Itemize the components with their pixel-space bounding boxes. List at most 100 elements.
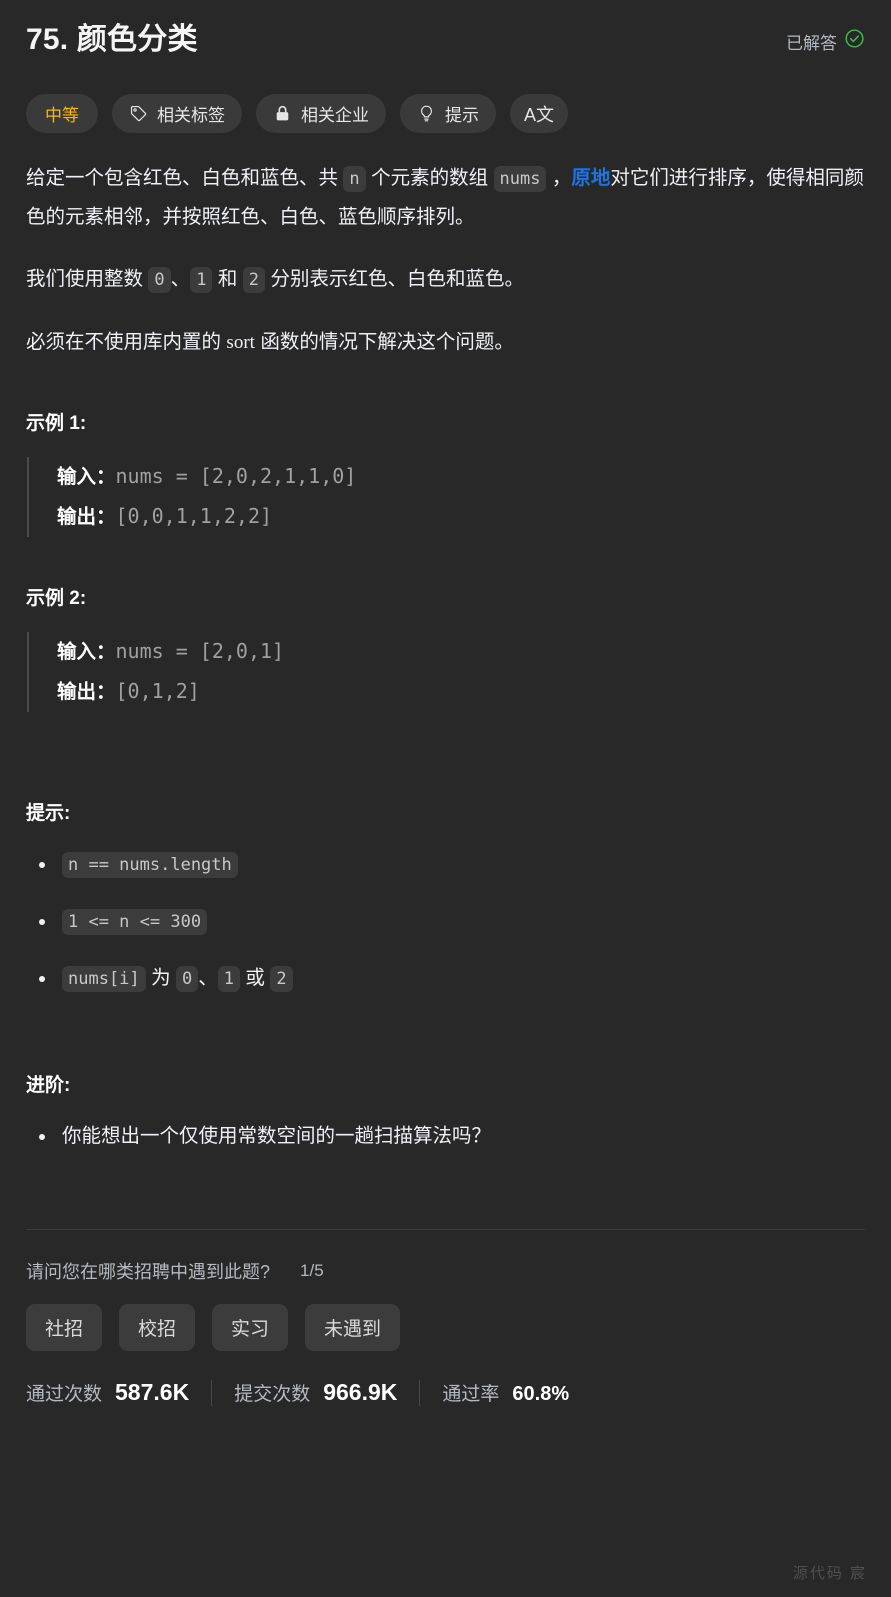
survey-option-social-hiring[interactable]: 社招 (26, 1304, 103, 1351)
constraints-section: 提示: n == nums.length 1 <= n <= 300 nums[… (26, 798, 865, 996)
constraint-2-code: 1 <= n <= 300 (62, 909, 208, 935)
inline-code-nums: nums (493, 166, 547, 192)
page-title: 75. 颜色分类 (26, 23, 198, 56)
section-divider (26, 1229, 865, 1230)
related-companies-label: 相关企业 (301, 106, 369, 125)
constraint-3-code-b: 0 (176, 966, 199, 992)
survey-question: 请问您在哪类招聘中遇到此题? (26, 1262, 271, 1282)
desc-p2-text-c: 和 (212, 268, 243, 290)
example-2-output-line: 输出：[0,1,2] (57, 672, 865, 712)
stat-submissions-label: 提交次数 (234, 1384, 311, 1405)
example-1-input-value: nums = [2,0,2,1,1,0] (115, 464, 357, 488)
survey-option-campus-hiring[interactable]: 校招 (119, 1304, 196, 1351)
stat-accepted[interactable]: 通过次数 587.6K (26, 1379, 189, 1406)
example-2-input-value: nums = [2,0,1] (115, 639, 285, 663)
constraints-heading: 提示: (26, 803, 71, 824)
description-paragraph-1: 给定一个包含红色、白色和蓝色、共 n 个元素的数组 nums ，原地对它们进行排… (26, 159, 865, 236)
watermark: 源代码 宸 (792, 1565, 867, 1582)
example-1-input-line: 输入：nums = [2,0,2,1,1,0] (57, 457, 865, 497)
example-2: 示例 2: 输入：nums = [2,0,1] 输出：[0,1,2] (26, 583, 865, 712)
related-companies-button[interactable]: 相关企业 (256, 94, 386, 133)
example-2-heading: 示例 2: (26, 588, 87, 609)
constraint-3-code-a: nums[i] (62, 966, 146, 992)
sort-keyword: sort (226, 332, 255, 353)
desc-p1-text-c: ， (546, 167, 572, 189)
example-1-code-block: 输入：nums = [2,0,2,1,1,0] 输出：[0,0,1,1,2,2] (27, 457, 865, 537)
lock-icon (273, 104, 292, 123)
example-2-input-line: 输入：nums = [2,0,1] (57, 632, 865, 672)
desc-p3-text-a: 必须在不使用库内置的 (26, 331, 227, 353)
example-1-output-line: 输出：[0,0,1,1,2,2] (57, 497, 865, 537)
in-place-link[interactable]: 原地 (571, 167, 610, 189)
followup-item: 你能想出一个仅使用常数空间的一趟扫描算法吗？ (26, 1119, 865, 1153)
difficulty-badge[interactable]: 中等 (26, 94, 98, 133)
example-2-output-label: 输出： (57, 681, 116, 703)
difficulty-label: 中等 (45, 106, 79, 125)
constraint-1-code: n == nums.length (62, 852, 238, 878)
constraint-item: nums[i] 为 0、 1 或 2 (26, 961, 865, 996)
constraint-3-code-d: 2 (270, 966, 293, 992)
desc-p2-text-d: 分别表示红色、白色和蓝色。 (265, 268, 524, 290)
followup-section: 进阶: 你能想出一个仅使用常数空间的一趟扫描算法吗？ (26, 1070, 865, 1153)
stat-acceptance-rate-label: 通过率 (442, 1384, 500, 1405)
problem-description: 给定一个包含红色、白色和蓝色、共 n 个元素的数组 nums ，原地对它们进行排… (26, 159, 865, 362)
constraint-item: 1 <= n <= 300 (26, 904, 865, 939)
stat-acceptance-rate[interactable]: 通过率 60.8% (442, 1379, 569, 1406)
problem-page: 75. 颜色分类 已解答 中等 相关标签 相关企业 提示 A文 给定一个包含红色… (0, 0, 891, 1406)
survey-counter: 1/5 (300, 1261, 324, 1280)
constraints-list: n == nums.length 1 <= n <= 300 nums[i] 为… (26, 847, 865, 996)
followup-heading: 进阶: (26, 1075, 71, 1096)
header: 75. 颜色分类 已解答 (26, 20, 865, 60)
desc-p3-text-b: 函数的情况下解决这个问题。 (254, 331, 514, 353)
hint-label: 提示 (445, 106, 479, 125)
status-badge: 已解答 (786, 28, 865, 54)
inline-code-two: 2 (242, 267, 266, 293)
constraint-3-code-c: 1 (217, 966, 241, 992)
example-2-code-block: 输入：nums = [2,0,1] 输出：[0,1,2] (27, 632, 865, 712)
example-1: 示例 1: 输入：nums = [2,0,2,1,1,0] 输出：[0,0,1,… (26, 408, 865, 537)
survey-question-row: 请问您在哪类招聘中遇到此题? 1/5 (26, 1258, 865, 1284)
survey-option-internship[interactable]: 实习 (212, 1304, 289, 1351)
inline-code-n: n (343, 166, 366, 192)
tag-icon (129, 104, 148, 123)
constraint-3-text-b: 、 (198, 967, 218, 989)
example-1-heading: 示例 1: (26, 413, 87, 434)
constraint-3-text-a: 为 (145, 967, 176, 989)
circle-check-icon (844, 28, 865, 54)
example-2-input-label: 输入： (57, 641, 116, 663)
language-toggle-button[interactable]: A文 (510, 94, 569, 133)
problem-toolbar: 中等 相关标签 相关企业 提示 A文 (26, 94, 865, 133)
constraint-item: n == nums.length (26, 847, 865, 882)
problem-stats: 通过次数 587.6K 提交次数 966.9K 通过率 60.8% (26, 1379, 865, 1406)
survey-section: 请问您在哪类招聘中遇到此题? 1/5 社招 校招 实习 未遇到 (26, 1258, 865, 1351)
stat-divider (211, 1379, 213, 1406)
stat-acceptance-rate-value: 60.8% (512, 1383, 570, 1405)
inline-code-zero: 0 (148, 267, 171, 293)
related-tags-button[interactable]: 相关标签 (112, 94, 242, 133)
stat-submissions[interactable]: 提交次数 966.9K (234, 1379, 397, 1406)
hint-button[interactable]: 提示 (400, 94, 496, 133)
followup-list: 你能想出一个仅使用常数空间的一趟扫描算法吗？ (26, 1119, 865, 1153)
desc-p1-text-a: 给定一个包含红色、白色和蓝色、共 (26, 167, 344, 189)
constraint-3-text-c: 或 (240, 967, 271, 989)
solved-label: 已解答 (786, 33, 837, 53)
stat-accepted-value: 587.6K (115, 1379, 190, 1405)
example-1-output-label: 输出： (57, 506, 116, 528)
stat-submissions-value: 966.9K (323, 1379, 398, 1405)
desc-p2-text-b: 、 (170, 268, 191, 290)
description-paragraph-2: 我们使用整数 0、 1 和 2 分别表示红色、白色和蓝色。 (26, 260, 865, 299)
example-2-output-value: [0,1,2] (115, 679, 200, 703)
related-tags-label: 相关标签 (157, 106, 225, 125)
stat-divider (419, 1379, 421, 1406)
stat-accepted-label: 通过次数 (26, 1384, 103, 1405)
desc-p2-text-a: 我们使用整数 (26, 268, 149, 290)
description-paragraph-3: 必须在不使用库内置的 sort 函数的情况下解决这个问题。 (26, 323, 865, 362)
inline-code-one: 1 (190, 267, 213, 293)
survey-option-not-encountered[interactable]: 未遇到 (305, 1304, 401, 1351)
example-1-input-label: 输入： (57, 466, 116, 488)
lightbulb-icon (417, 104, 436, 123)
example-1-output-value: [0,0,1,1,2,2] (115, 504, 273, 528)
survey-options: 社招 校招 实习 未遇到 (26, 1304, 865, 1351)
desc-p1-text-b: 个元素的数组 (365, 167, 494, 189)
translate-icon: A文 (524, 104, 555, 125)
